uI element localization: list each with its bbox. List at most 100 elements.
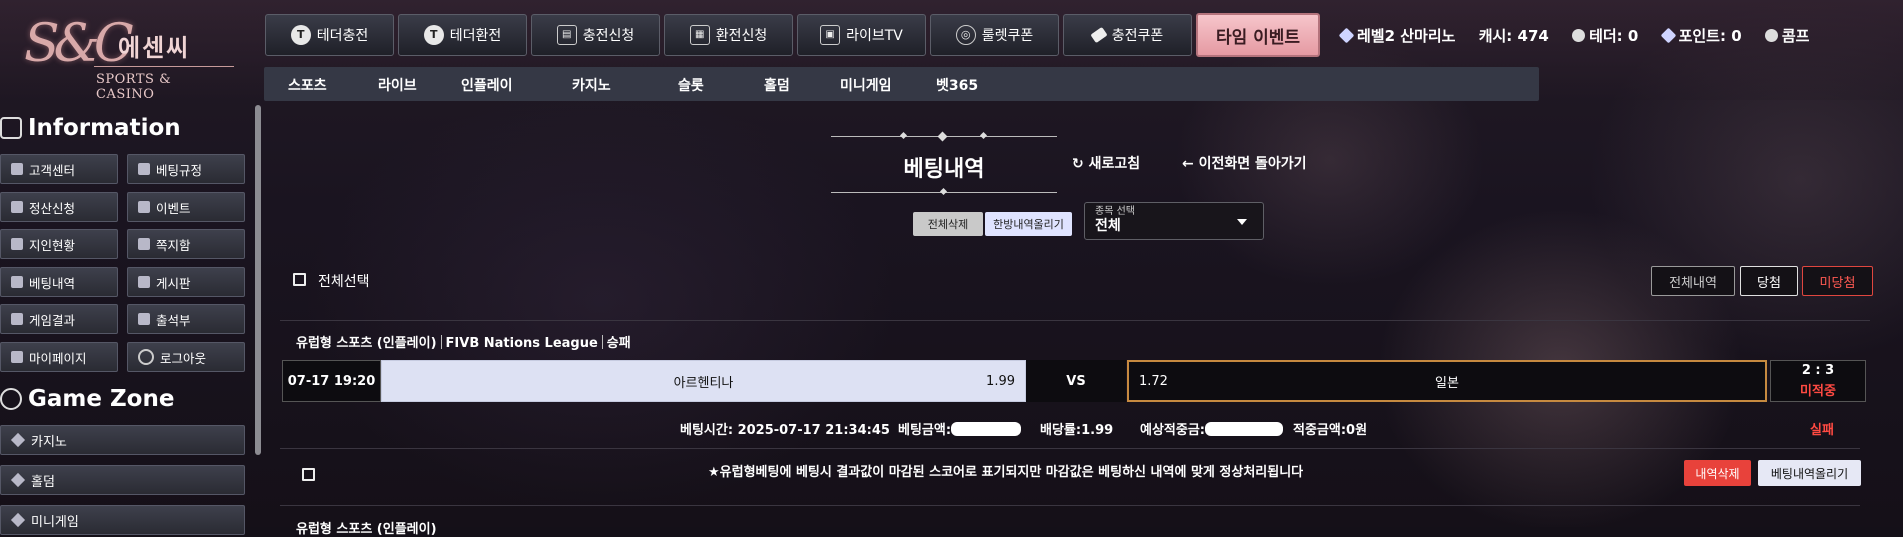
gamepad-icon: [0, 388, 22, 410]
bet-row: 07-17 19:20 아르헨티나 1.99 VS 1.72 일본 2 : 3 …: [282, 360, 1866, 402]
ticket-icon: [1090, 26, 1108, 44]
button-label: 충전신청: [582, 28, 635, 44]
nav-inplay[interactable]: 인플레이: [461, 75, 513, 95]
live-tv-button[interactable]: ▣ 라이브TV: [797, 14, 926, 56]
score: 2 : 3: [1801, 363, 1835, 378]
back-link[interactable]: ← 이전화면 돌아가기: [1182, 153, 1307, 173]
market-name: 승패: [606, 336, 631, 351]
sidebar-item-label: 정산신청: [29, 200, 76, 216]
logo-korean: 에센씨: [118, 34, 191, 62]
level-icon: [1338, 27, 1355, 44]
tether-deposit-button[interactable]: T 테더충전: [265, 14, 394, 56]
score-cell: 2 : 3 미적중: [1770, 360, 1866, 402]
button-label: 환전신청: [715, 28, 768, 44]
bet-row-checkbox[interactable]: [302, 468, 315, 481]
user-cash: 캐시: 474: [1478, 27, 1549, 45]
nav-minigame[interactable]: 미니게임: [840, 75, 892, 95]
withdraw-request-button[interactable]: ▦ 환전신청: [664, 14, 793, 56]
nav-bet365[interactable]: 벳365: [936, 75, 978, 95]
filter-lose-button[interactable]: 미당첨: [1802, 266, 1873, 296]
information-heading: Information: [0, 115, 181, 141]
match-time: 07-17 19:20: [282, 360, 381, 402]
sidebar-item-support[interactable]: 고객센터: [0, 154, 118, 184]
separator: [440, 335, 442, 349]
select-all-checkbox[interactable]: [293, 273, 306, 286]
tether-icon: [1572, 29, 1586, 42]
main-nav: 스포츠 라이브 인플레이 카지노 슬롯 홀덤 미니게임 벳365: [264, 67, 1539, 101]
arrow-left-icon: ←: [1182, 156, 1194, 172]
sidebar-item-results[interactable]: 게임결과: [0, 304, 118, 334]
sidebar-item-mypage[interactable]: 마이페이지: [0, 342, 118, 372]
sidebar-item-logout[interactable]: 로그아웃: [127, 342, 245, 372]
home-team-cell: 아르헨티나 1.99: [381, 360, 1026, 402]
ornament-diamond: [939, 187, 948, 196]
sidebar-item-label: 출석부: [156, 312, 191, 328]
sidebar-item-minigame[interactable]: 미니게임: [0, 505, 245, 535]
coins-icon: ▤: [556, 25, 577, 45]
sidebar-item-attendance[interactable]: 출석부: [127, 304, 245, 334]
bet-notice: ★유럽형베팅에 베팅시 결과값이 마감된 스코어로 표기되지만 마감값은 베팅하…: [708, 465, 1304, 480]
nav-sports[interactable]: 스포츠: [288, 75, 327, 95]
user-level[interactable]: 레벨2 산마리노: [1338, 27, 1455, 45]
league-title: 유럽형 스포츠 (인플레이) FIVB Nations League 승패: [296, 332, 631, 351]
nav-slot[interactable]: 슬롯: [678, 75, 704, 95]
results-icon: [11, 313, 23, 325]
filter-win-button[interactable]: 당첨: [1740, 266, 1798, 296]
filter-all-button[interactable]: 전체내역: [1651, 266, 1735, 296]
nav-holdem[interactable]: 홀덤: [764, 75, 790, 95]
sidebar-scrollbar[interactable]: [255, 105, 261, 455]
gamezone-heading: Game Zone: [0, 386, 174, 412]
logo-english: SPORTS & CASINO: [96, 72, 172, 102]
sidebar-item-holdem[interactable]: 홀덤: [0, 465, 245, 495]
tether-withdraw-button[interactable]: T 테더환전: [398, 14, 527, 56]
sidebar-item-label: 베팅규정: [156, 162, 203, 178]
button-label: 라이브TV: [846, 28, 903, 44]
site-logo[interactable]: S&C 에센씨 SPORTS & CASINO: [18, 10, 234, 102]
button-label: 테더충전: [316, 28, 369, 44]
sidebar-item-rules[interactable]: 베팅규정: [127, 154, 245, 184]
win-amount: 적중금액:0원: [1293, 423, 1368, 438]
upload-history-button[interactable]: 베팅내역올리기: [1758, 460, 1861, 486]
sidebar-item-bet-history[interactable]: 베팅내역: [0, 267, 118, 297]
away-team: 일본: [1435, 375, 1459, 391]
sidebar-item-settlement[interactable]: 정산신청: [0, 192, 118, 222]
league-name: FIVB Nations League: [445, 336, 598, 351]
power-icon: [138, 349, 154, 365]
user-tether: 테더: 0: [1572, 27, 1638, 45]
nav-casino[interactable]: 카지노: [572, 75, 611, 95]
sidebar-item-casino[interactable]: 카지노: [0, 425, 245, 455]
deposit-request-button[interactable]: ▤ 충전신청: [531, 14, 660, 56]
calendar-icon: [138, 313, 150, 325]
roulette-coupon-button[interactable]: ◎ 룰렛쿠폰: [930, 14, 1059, 56]
nav-live[interactable]: 라이브: [378, 75, 417, 95]
sidebar-item-referral[interactable]: 지인현황: [0, 229, 118, 259]
user-comp[interactable]: 콤프: [1764, 27, 1809, 45]
sidebar-item-board[interactable]: 게시판: [127, 267, 245, 297]
sidebar-item-label: 카지노: [31, 434, 67, 450]
points-text: 포인트: 0: [1678, 27, 1742, 45]
charge-coupon-button[interactable]: 충전쿠폰: [1063, 14, 1192, 56]
rules-icon: [138, 163, 150, 175]
delete-all-button[interactable]: 전체삭제: [913, 212, 983, 236]
delete-history-button[interactable]: 내역삭제: [1684, 460, 1751, 486]
time-event-button[interactable]: 타임 이벤트: [1196, 13, 1320, 57]
refresh-label: 새로고침: [1088, 156, 1141, 172]
sidebar-item-event[interactable]: 이벤트: [127, 192, 245, 222]
divider: [280, 505, 1860, 506]
home-team: 아르헨티나: [673, 375, 734, 391]
sidebar-item-messages[interactable]: 쪽지함: [127, 229, 245, 259]
back-label: 이전화면 돌아가기: [1198, 156, 1307, 172]
bulk-upload-button[interactable]: 한방내역올리기: [985, 212, 1072, 236]
divider: [280, 320, 1870, 321]
sidebar-item-label: 베팅내역: [29, 275, 76, 291]
sidebar-item-label: 고객센터: [29, 162, 76, 178]
user-points: 포인트: 0: [1660, 27, 1742, 45]
ornament-diamond: [899, 131, 908, 140]
user-icon: [11, 351, 23, 363]
page-title-box: 베팅내역: [831, 129, 1057, 199]
sidebar-item-label: 쪽지함: [156, 237, 191, 253]
sport-select[interactable]: 종목 선택 전체: [1084, 202, 1264, 240]
sidebar-item-label: 홀덤: [31, 474, 55, 490]
separator: [601, 335, 603, 349]
refresh-link[interactable]: ↻ 새로고침: [1072, 153, 1140, 173]
